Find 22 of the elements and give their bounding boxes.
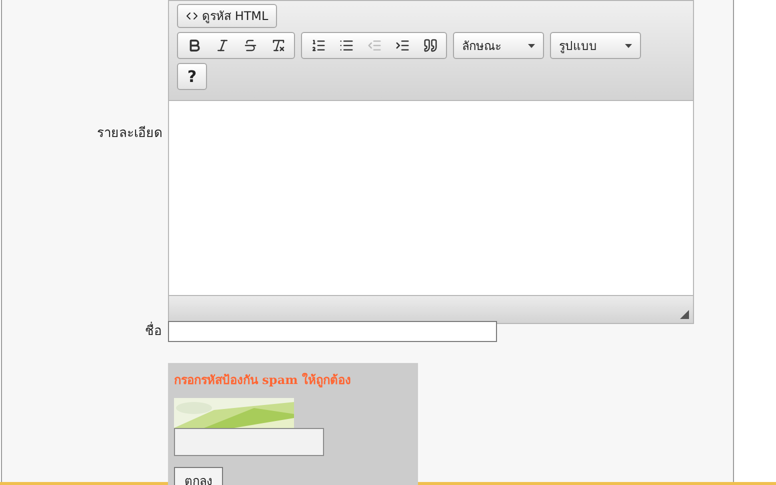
field-label: รายละเอียด <box>97 124 162 143</box>
caret-icon <box>528 44 535 48</box>
source-icon <box>186 10 198 22</box>
bulleted-list-icon <box>338 38 354 53</box>
resize-handle-icon[interactable] <box>680 310 689 319</box>
quote-icon <box>422 38 438 53</box>
clear-format-icon <box>270 38 286 53</box>
submit-button[interactable]: ตกลง <box>174 467 223 485</box>
view-source-button[interactable]: ดูรหัส HTML <box>177 4 278 28</box>
caret-icon <box>625 44 632 48</box>
captcha-title: กรอกรหัสป้องกัน spam ให้ถูกต้อง <box>174 372 351 389</box>
italic-icon <box>214 38 230 53</box>
numbered-list-icon <box>310 38 326 53</box>
help-button[interactable]: ? <box>177 63 207 90</box>
outdent-icon <box>366 38 382 53</box>
indent-icon <box>394 38 410 53</box>
name-input-field[interactable] <box>168 321 497 342</box>
dropdown[interactable]: ลักษณะ <box>453 32 544 59</box>
captcha-input-field[interactable] <box>174 428 324 456</box>
field-label: ชื่อ <box>145 322 162 341</box>
dropdown[interactable]: รูปแบบ <box>550 32 641 59</box>
strikethrough-icon <box>242 38 258 53</box>
